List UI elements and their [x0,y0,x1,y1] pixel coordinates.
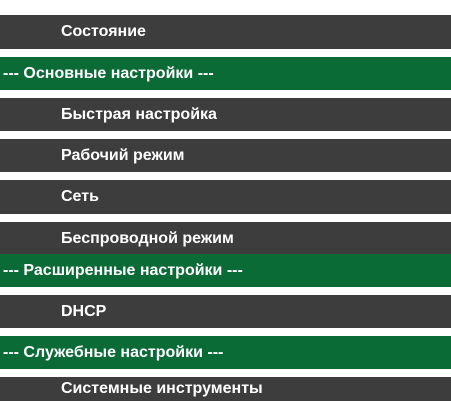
menu-section-advanced-settings[interactable]: --- Расширенные настройки --- [0,254,451,287]
menu-item-wireless[interactable]: Беспроводной режим [6,222,451,255]
menu-item-label: Сеть [61,188,99,205]
menu-left-edge [0,98,6,131]
side-menu: Состояние --- Основные настройки --- Быс… [0,0,451,401]
menu-section-label: --- Основные настройки --- [3,64,214,82]
menu-item-network[interactable]: Сеть [6,180,451,214]
menu-item-quick-setup[interactable]: Быстрая настройка [6,98,451,131]
menu-item-label: DHCP [61,302,107,320]
menu-left-edge [0,180,6,214]
menu-left-edge [0,377,6,401]
menu-left-edge [0,295,6,328]
menu-item-operation-mode[interactable]: Рабочий режим [6,139,451,172]
menu-left-edge [0,222,6,255]
menu-item-label: Беспроводной режим [61,229,234,247]
menu-section-label: --- Служебные настройки --- [3,343,224,361]
menu-section-label: --- Расширенные настройки --- [3,261,243,279]
menu-item-label: Состояние [61,23,146,40]
menu-item-system-tools[interactable]: Системные инструменты [6,377,451,401]
menu-left-edge [0,139,6,172]
menu-item-label: Рабочий режим [61,146,185,164]
menu-item-status[interactable]: Состояние [6,15,451,49]
menu-item-dhcp[interactable]: DHCP [6,295,451,328]
menu-item-label: Быстрая настройка [61,105,217,123]
menu-item-label: Системные инструменты [61,380,263,397]
menu-section-basic-settings[interactable]: --- Основные настройки --- [0,57,451,90]
menu-section-system-settings[interactable]: --- Служебные настройки --- [0,336,451,369]
menu-left-edge [0,15,6,49]
